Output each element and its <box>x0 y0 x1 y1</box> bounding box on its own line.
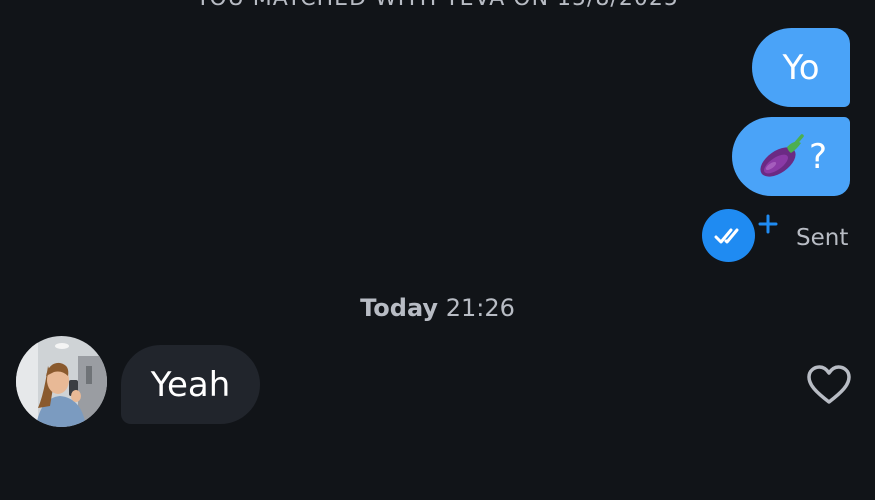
eggplant-icon <box>760 133 804 177</box>
outgoing-message[interactable]: ? <box>732 117 850 196</box>
read-receipt-badge <box>702 209 755 262</box>
message-status: Sent <box>796 225 849 251</box>
double-check-icon <box>714 228 738 243</box>
incoming-message[interactable]: Yeah <box>121 345 260 424</box>
profile-photo <box>16 336 107 427</box>
avatar[interactable] <box>16 336 107 427</box>
message-text: Yeah <box>150 364 231 405</box>
date-divider: Today 21:26 <box>0 294 875 322</box>
message-text: Yo <box>782 47 820 88</box>
divider-day: Today <box>360 294 439 322</box>
heart-icon[interactable] <box>806 364 852 406</box>
message-text: ? <box>808 136 828 177</box>
plus-icon[interactable] <box>757 213 779 235</box>
outgoing-message[interactable]: Yo <box>752 28 850 107</box>
chat-screen: YOU MATCHED WITH YEVA ON 15/8/2025 Yo ? … <box>0 0 875 500</box>
divider-time: 21:26 <box>445 294 515 322</box>
match-banner: YOU MATCHED WITH YEVA ON 15/8/2025 <box>0 0 875 11</box>
